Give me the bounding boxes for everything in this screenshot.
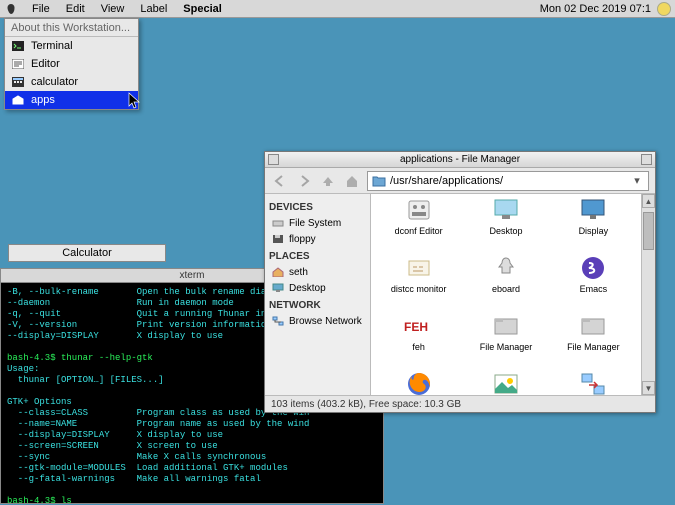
- menubar: File Edit View Label Special Mon 02 Dec …: [0, 0, 675, 18]
- tray-icon[interactable]: [657, 2, 671, 16]
- back-icon[interactable]: [271, 172, 289, 190]
- home-icon: [271, 266, 285, 278]
- gftp-icon: [578, 370, 608, 395]
- sidebar-label: File System: [289, 218, 341, 229]
- app-icon-gftp[interactable]: gFTP: [550, 368, 637, 395]
- network-header: NETWORK: [269, 300, 366, 311]
- menu-special[interactable]: Special: [175, 1, 230, 17]
- app-icon-display[interactable]: Display: [550, 194, 637, 252]
- fm-icon: [578, 312, 608, 340]
- dropdown-label: calculator: [31, 76, 78, 88]
- places-header: PLACES: [269, 251, 366, 262]
- calculator-title: Calculator: [62, 247, 112, 259]
- app-icon-desktop[interactable]: Desktop: [462, 194, 549, 252]
- devices-header: DEVICES: [269, 202, 366, 213]
- floppy-icon: [271, 233, 285, 245]
- fm-content[interactable]: dconf Editor Desktop Display distcc monitor…: [371, 194, 655, 395]
- scrollbar[interactable]: ▲ ▼: [641, 194, 655, 395]
- home-icon[interactable]: [343, 172, 361, 190]
- app-label: distcc monitor: [391, 284, 447, 294]
- forward-icon[interactable]: [295, 172, 313, 190]
- svg-text:FEH: FEH: [404, 320, 428, 334]
- path-input[interactable]: [390, 175, 626, 187]
- app-icon-geeqie[interactable]: Geeqie: [462, 368, 549, 395]
- app-label: eboard: [492, 284, 520, 294]
- display-icon: [578, 196, 608, 224]
- dropdown-item-apps[interactable]: apps: [5, 91, 138, 109]
- clock: Mon 02 Dec 2019 07:1: [536, 3, 655, 15]
- apple-like-logo-icon[interactable]: [4, 2, 18, 16]
- calculator-icon: [11, 76, 25, 88]
- menu-view[interactable]: View: [93, 1, 133, 17]
- fm-icon: [491, 312, 521, 340]
- dropdown-label: Terminal: [31, 40, 73, 52]
- dropdown-item-calculator[interactable]: calculator: [5, 73, 138, 91]
- app-label: Desktop: [489, 226, 522, 236]
- close-icon[interactable]: [268, 154, 279, 165]
- dropdown-item-terminal[interactable]: Terminal: [5, 37, 138, 55]
- network-icon: [271, 315, 285, 327]
- sidebar-item-seth[interactable]: seth: [269, 264, 366, 280]
- app-icon-feh[interactable]: FEH feh: [375, 310, 462, 368]
- chevron-down-icon[interactable]: ▾: [630, 174, 644, 187]
- app-label: dconf Editor: [395, 226, 443, 236]
- fm-sidebar: DEVICES File System floppy PLACES seth Des…: [265, 194, 371, 395]
- sidebar-item-browse-network[interactable]: Browse Network: [269, 313, 366, 329]
- fm-titlebar[interactable]: applications - File Manager: [265, 152, 655, 168]
- about-workstation[interactable]: About this Workstation...: [5, 19, 138, 37]
- app-icon-file-manager[interactable]: File Manager: [550, 310, 637, 368]
- sidebar-label: seth: [289, 267, 308, 278]
- scroll-down-icon[interactable]: ▼: [642, 381, 655, 395]
- dropdown-label: Editor: [31, 58, 60, 70]
- app-icon-file-manager[interactable]: File Manager: [462, 310, 549, 368]
- app-icon-dconf-editor[interactable]: dconf Editor: [375, 194, 462, 252]
- geeqie-icon: [491, 370, 521, 395]
- maximize-icon[interactable]: [641, 154, 652, 165]
- app-icon-emacs[interactable]: Emacs: [550, 252, 637, 310]
- app-label: feh: [412, 342, 425, 352]
- menu-label[interactable]: Label: [132, 1, 175, 17]
- apps-icon: [11, 94, 25, 106]
- distcc-icon: [404, 254, 434, 282]
- up-icon[interactable]: [319, 172, 337, 190]
- app-label: File Manager: [567, 342, 620, 352]
- app-icon-eboard[interactable]: eboard: [462, 252, 549, 310]
- fm-toolbar: ▾: [265, 168, 655, 194]
- emacs-icon: [578, 254, 608, 282]
- dropdown-label: apps: [31, 94, 55, 106]
- menu-file[interactable]: File: [24, 1, 58, 17]
- app-label: Emacs: [580, 284, 608, 294]
- menu-edit[interactable]: Edit: [58, 1, 93, 17]
- desktop-icon: [491, 196, 521, 224]
- folder-icon: [372, 175, 386, 187]
- file-manager-window: applications - File Manager ▾ DEVICES Fi…: [264, 151, 656, 413]
- drive-icon: [271, 217, 285, 229]
- scroll-up-icon[interactable]: ▲: [642, 194, 655, 208]
- app-label: File Manager: [480, 342, 533, 352]
- firefox-icon: [404, 370, 434, 395]
- app-icon-distcc-monitor[interactable]: distcc monitor: [375, 252, 462, 310]
- apple-menu-dropdown: About this Workstation... Terminal Editor…: [4, 18, 139, 110]
- editor-icon: [11, 58, 25, 70]
- path-entry[interactable]: ▾: [367, 171, 649, 191]
- desktop-icon: [271, 282, 285, 294]
- feh-icon: FEH: [404, 312, 434, 340]
- sidebar-label: Browse Network: [289, 316, 362, 327]
- dconf-icon: [404, 196, 434, 224]
- scroll-thumb[interactable]: [643, 212, 654, 250]
- eboard-icon: [491, 254, 521, 282]
- sidebar-label: Desktop: [289, 283, 326, 294]
- sidebar-label: floppy: [289, 234, 316, 245]
- app-icon-firefox[interactable]: Firefox: [375, 368, 462, 395]
- sidebar-item-file-system[interactable]: File System: [269, 215, 366, 231]
- fm-statusbar: 103 items (403.2 kB), Free space: 10.3 G…: [265, 395, 655, 412]
- app-label: Display: [579, 226, 609, 236]
- fm-title-text: applications - File Manager: [400, 154, 520, 165]
- dropdown-item-editor[interactable]: Editor: [5, 55, 138, 73]
- terminal-icon: [11, 40, 25, 52]
- sidebar-item-desktop[interactable]: Desktop: [269, 280, 366, 296]
- sidebar-item-floppy[interactable]: floppy: [269, 231, 366, 247]
- calculator-window[interactable]: Calculator: [8, 244, 166, 262]
